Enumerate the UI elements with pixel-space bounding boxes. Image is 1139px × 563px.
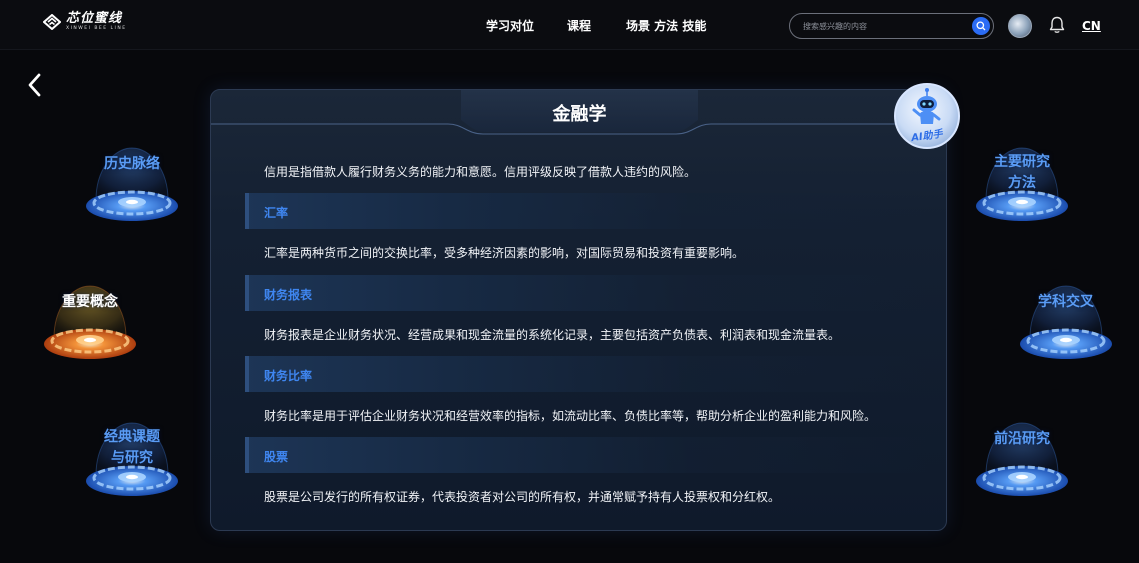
globe-avatar-icon[interactable] bbox=[1008, 14, 1032, 38]
search-icon bbox=[976, 21, 986, 31]
section-title: 汇率 bbox=[264, 206, 289, 220]
brand-logo[interactable]: 芯位蜜线 XINWEI BEE LINE bbox=[43, 12, 127, 32]
orb-label: 经典课题 bbox=[104, 429, 160, 445]
logo-icon bbox=[43, 13, 61, 30]
orb-label: 主要研究 bbox=[994, 154, 1050, 170]
chevron-left-icon[interactable] bbox=[24, 72, 46, 98]
section-paragraph: 财务报表是企业财务状况、经营成果和现金流量的系统化记录，主要包括资产负债表、利润… bbox=[264, 328, 841, 342]
search-input[interactable] bbox=[803, 19, 963, 33]
orb-label: 重要概念 bbox=[62, 294, 118, 310]
search-button[interactable] bbox=[972, 17, 990, 35]
section-header: 财务报表 bbox=[245, 275, 928, 311]
orb-graphic bbox=[1020, 285, 1112, 359]
section-header: 汇率 bbox=[245, 193, 928, 229]
language-switch[interactable]: CN bbox=[1082, 19, 1101, 33]
search-box bbox=[789, 13, 994, 39]
card-title: 金融学 bbox=[552, 104, 607, 125]
orb-key-concepts[interactable]: 重要概念 bbox=[40, 268, 140, 368]
section-title: 财务报表 bbox=[264, 288, 313, 302]
orb-classic-topics[interactable]: 经典课题 与研究 bbox=[82, 405, 182, 505]
section-header: 财务比率 bbox=[245, 356, 928, 392]
section-title: 财务比率 bbox=[264, 369, 313, 383]
intro-paragraph: 信用是指借款人履行财务义务的能力和意愿。信用评级反映了借款人违约的风险。 bbox=[264, 165, 697, 179]
section-paragraph: 股票是公司发行的所有权证券，代表投资者对公司的所有权，并通常赋予持有人投票权和分… bbox=[264, 490, 781, 504]
nav-learning-match[interactable]: 学习对位 bbox=[486, 17, 534, 34]
bell-icon[interactable] bbox=[1047, 15, 1067, 35]
ai-assistant-button[interactable]: AI助手 bbox=[893, 82, 961, 150]
orb-label: 历史脉络 bbox=[104, 156, 160, 172]
nav-courses[interactable]: 课程 bbox=[567, 17, 591, 34]
orb-label: 学科交叉 bbox=[1038, 294, 1094, 310]
section-header: 股票 bbox=[245, 437, 928, 473]
section-title: 股票 bbox=[264, 450, 289, 464]
orb-graphic bbox=[86, 147, 178, 221]
brand-name: 芯位蜜线 bbox=[66, 11, 123, 26]
nav-scenes-methods-skills[interactable]: 场景 方法 技能 bbox=[626, 17, 706, 34]
orb-label-line2: 与研究 bbox=[111, 450, 153, 466]
orb-label-line2: 方法 bbox=[1008, 175, 1036, 191]
top-nav-bar: 芯位蜜线 XINWEI BEE LINE 学习对位 课程 场景 方法 技能 CN bbox=[0, 0, 1139, 50]
orb-history[interactable]: 历史脉络 bbox=[82, 130, 182, 230]
brand-tagline: XINWEI BEE LINE bbox=[66, 26, 127, 31]
orb-research-methods[interactable]: 主要研究 方法 bbox=[972, 130, 1072, 230]
orb-interdisciplinary[interactable]: 学科交叉 bbox=[1016, 268, 1116, 368]
orb-graphic bbox=[44, 285, 136, 359]
orb-graphic bbox=[976, 422, 1068, 496]
orb-label: 前沿研究 bbox=[994, 431, 1050, 447]
orb-frontier-research[interactable]: 前沿研究 bbox=[972, 405, 1072, 505]
section-paragraph: 财务比率是用于评估企业财务状况和经营效率的指标，如流动比率、负债比率等，帮助分析… bbox=[264, 409, 877, 423]
section-paragraph: 汇率是两种货币之间的交换比率，受多种经济因素的影响，对国际贸易和投资有重要影响。 bbox=[264, 246, 745, 260]
